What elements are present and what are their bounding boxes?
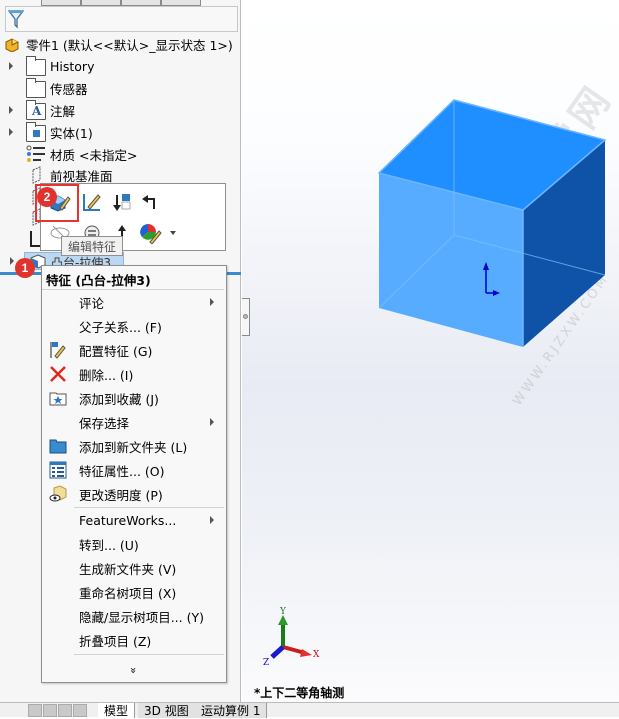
- menu-item-collapse-items[interactable]: 折叠项目 (Z): [42, 628, 226, 652]
- menu-item-parent-child[interactable]: 父子关系... (F): [42, 314, 226, 338]
- go-to-parent-icon: [142, 195, 155, 209]
- tree-item-sensors[interactable]: 传感器: [0, 78, 240, 98]
- bottom-tab-bar: 模型 3D 视图 运动算例 1: [0, 702, 619, 718]
- menu-expand-more[interactable]: »: [42, 658, 226, 682]
- tab-last-button[interactable]: [73, 704, 87, 717]
- tree-item-annotations[interactable]: A 注解: [0, 100, 240, 120]
- panel-splitter-handle[interactable]: [242, 298, 250, 336]
- configure-feature-icon: [50, 342, 66, 359]
- solid-body-folder-icon: [26, 122, 46, 142]
- sensor-folder-icon: [26, 78, 46, 98]
- submenu-arrow-icon: [210, 298, 214, 306]
- menu-item-comment[interactable]: 评论: [42, 290, 226, 314]
- menu-item-go-to[interactable]: 转到... (U): [42, 532, 226, 556]
- step-badge-1: 1: [15, 258, 35, 278]
- context-menu: 特征 (凸台-拉伸3) 评论 父子关系... (F) 配置特征 (G) 删除..…: [41, 265, 227, 683]
- reference-triad[interactable]: Y X Z: [260, 605, 330, 665]
- tab-model[interactable]: 模型: [98, 703, 136, 718]
- rollback-icon: [113, 194, 131, 211]
- expand-icon[interactable]: [9, 62, 13, 70]
- menu-item-feature-properties[interactable]: 特征属性... (O): [42, 458, 226, 482]
- tree-item-material[interactable]: 材质 <未指定>: [0, 144, 240, 164]
- tooltip-edit-feature: 编辑特征: [61, 236, 123, 256]
- submenu-arrow-icon: [210, 516, 214, 524]
- menu-item-configure-feature[interactable]: 配置特征 (G): [42, 338, 226, 362]
- properties-icon: [49, 461, 67, 479]
- menu-item-rename-tree-item[interactable]: 重命名树项目 (X): [42, 580, 226, 604]
- annotation-folder-icon: A: [26, 100, 46, 120]
- delete-icon: [50, 366, 66, 382]
- triad-y-label: Y: [279, 607, 287, 617]
- tab-motion-study-1[interactable]: 运动算例 1: [195, 703, 268, 718]
- expand-icon[interactable]: [9, 106, 13, 114]
- chevron-double-down-icon: »: [126, 666, 140, 674]
- expand-icon[interactable]: [9, 128, 13, 136]
- tab-prev-button[interactable]: [43, 704, 57, 717]
- filter-icon: [8, 10, 24, 29]
- part-icon: [5, 38, 19, 52]
- tab-3d-view[interactable]: 3D 视图: [138, 703, 196, 718]
- expand-icon[interactable]: [10, 257, 14, 265]
- tree-root-label: 零件1 (默认<<默认>_显示状态 1>): [26, 37, 233, 53]
- menu-item-save-selection[interactable]: 保存选择: [42, 410, 226, 434]
- menu-item-create-new-folder[interactable]: 生成新文件夹 (V): [42, 556, 226, 580]
- triad-z-label: Z: [263, 658, 269, 665]
- view-orientation-label: *上下二等角轴测: [254, 686, 345, 700]
- tree-filter[interactable]: [5, 6, 238, 32]
- tree-item-front-plane[interactable]: 前视基准面: [0, 165, 240, 185]
- transparency-icon: [49, 485, 67, 502]
- history-folder-icon: [26, 56, 46, 76]
- appearance-dropdown-icon[interactable]: [170, 231, 176, 235]
- tree-item-history[interactable]: History: [0, 56, 240, 76]
- material-icon: [26, 145, 45, 162]
- triad-x-label: X: [313, 650, 320, 660]
- submenu-arrow-icon: [210, 418, 214, 426]
- favorite-folder-icon: [49, 392, 67, 406]
- appearance-button[interactable]: [137, 220, 163, 246]
- menu-item-change-transparency[interactable]: 更改透明度 (P): [42, 482, 226, 506]
- edit-sketch-button[interactable]: [79, 189, 105, 215]
- tree-root-part[interactable]: 零件1 (默认<<默认>_显示状态 1>): [4, 34, 233, 54]
- folder-icon: [49, 439, 67, 454]
- menu-item-delete[interactable]: 删除... (I): [42, 362, 226, 386]
- tab-first-button[interactable]: [28, 704, 42, 717]
- menu-item-add-to-new-folder[interactable]: 添加到新文件夹 (L): [42, 434, 226, 458]
- menu-separator: [74, 654, 224, 655]
- appearance-icon: [140, 224, 162, 244]
- cube-model[interactable]: [242, 0, 619, 702]
- edit-sketch-icon: [83, 194, 101, 211]
- tree-item-solid-bodies[interactable]: 实体(1): [0, 122, 240, 142]
- plane-icon: [32, 166, 41, 184]
- menu-item-hide-show-tree-items[interactable]: 隐藏/显示树项目... (Y): [42, 604, 226, 628]
- step-badge-2: 2: [37, 187, 57, 207]
- menu-item-featureworks[interactable]: FeatureWorks...: [42, 508, 226, 532]
- graphics-viewport[interactable]: 软件自学网 WWW.RJZXW.COM Y X Z: [242, 0, 619, 702]
- parent-child-button[interactable]: [137, 189, 163, 215]
- tab-next-button[interactable]: [58, 704, 72, 717]
- rollback-button[interactable]: [109, 189, 135, 215]
- menu-item-add-to-favorites[interactable]: 添加到收藏 (J): [42, 386, 226, 410]
- context-menu-title: 特征 (凸台-拉伸3): [46, 273, 151, 288]
